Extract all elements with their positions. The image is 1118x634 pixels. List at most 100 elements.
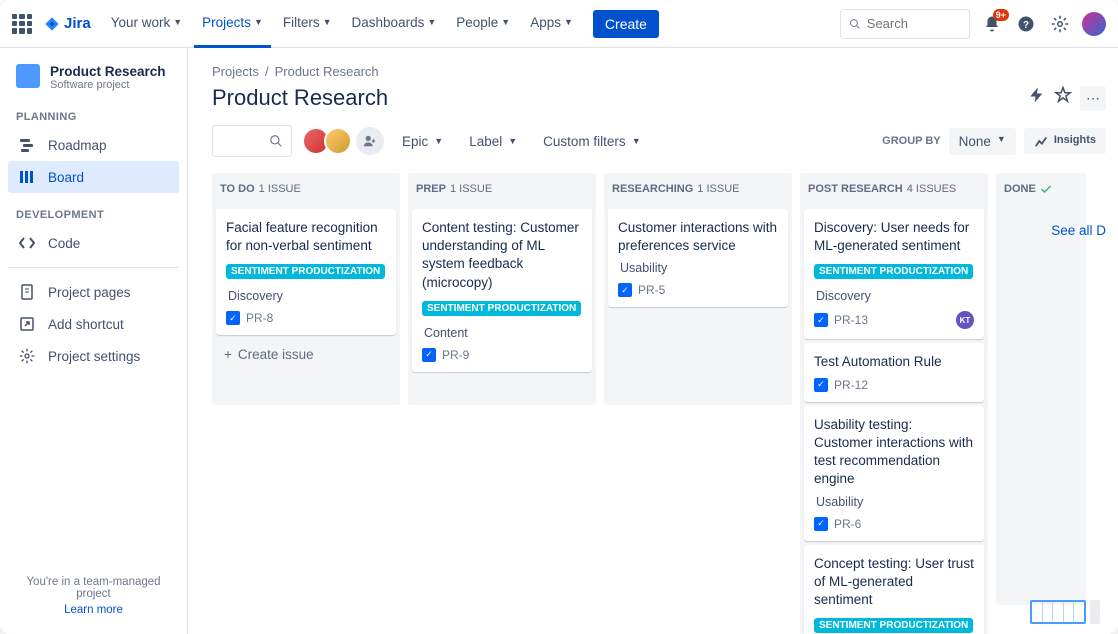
avatar[interactable] — [324, 127, 352, 155]
project-icon — [16, 64, 40, 88]
filter-label[interactable]: Label▼ — [461, 128, 525, 155]
issue-card[interactable]: Test Automation Rule✓PR-12 — [804, 343, 984, 401]
board-search[interactable] — [212, 125, 292, 157]
card-title: Content testing: Customer understanding … — [422, 219, 582, 292]
issue-card[interactable]: Facial feature recognition for non-verba… — [216, 209, 396, 335]
notifications-icon[interactable]: 9+ — [980, 12, 1004, 36]
insights-button[interactable]: Insights — [1024, 128, 1106, 154]
jira-logo[interactable]: Jira — [44, 15, 91, 32]
breadcrumb-root[interactable]: Projects — [212, 64, 259, 79]
board-column: PREP 1 ISSUE Content testing: Customer un… — [408, 173, 596, 634]
create-button[interactable]: Create — [593, 10, 659, 38]
card-title: Customer interactions with preferences s… — [618, 219, 778, 255]
add-people-button[interactable] — [356, 127, 384, 155]
task-type-icon: ✓ — [422, 348, 436, 362]
nav-projects[interactable]: Projects▼ — [194, 0, 271, 48]
settings-icon[interactable] — [1048, 12, 1072, 36]
create-issue-button[interactable]: +Create issue — [216, 339, 396, 370]
search-icon — [849, 17, 861, 31]
shortcut-icon — [18, 315, 36, 333]
profile-avatar[interactable] — [1082, 12, 1106, 36]
nav-filters[interactable]: Filters▼ — [275, 0, 340, 48]
sidebar-item-roadmap[interactable]: Roadmap — [8, 129, 179, 161]
app-switcher-icon[interactable] — [12, 14, 32, 34]
issue-card[interactable]: Customer interactions with preferences s… — [608, 209, 788, 307]
learn-more-link[interactable]: Learn more — [18, 604, 169, 616]
project-header[interactable]: Product Research Software project — [8, 64, 179, 105]
board-icon — [18, 168, 36, 186]
task-type-icon: ✓ — [814, 313, 828, 327]
filter-custom[interactable]: Custom filters▼ — [535, 128, 648, 155]
filter-epic[interactable]: Epic▼ — [394, 128, 451, 155]
svg-text:?: ? — [1023, 19, 1029, 30]
nav-people[interactable]: People▼ — [448, 0, 518, 48]
project-name: Product Research — [50, 64, 166, 79]
chevron-down-icon: ▼ — [434, 136, 443, 146]
sidebar-item-project-settings[interactable]: Project settings — [8, 340, 179, 372]
issue-card[interactable]: Usability testing: Customer interactions… — [804, 406, 984, 541]
search-input[interactable] — [867, 16, 961, 31]
issue-card[interactable]: Concept testing: User trust of ML-genera… — [804, 545, 984, 634]
star-icon[interactable] — [1054, 86, 1072, 111]
automation-icon[interactable] — [1028, 86, 1046, 111]
sidebar-section-planning: PLANNING — [8, 105, 179, 129]
board-minimap[interactable] — [1030, 600, 1100, 624]
nav-dashboards[interactable]: Dashboards▼ — [344, 0, 445, 48]
group-by-select[interactable]: None▼ — [949, 128, 1016, 155]
chevron-down-icon: ▼ — [632, 136, 641, 146]
assignee-avatar[interactable]: KT — [956, 311, 974, 329]
page-title: Product Research — [212, 85, 388, 111]
issue-key: PR-5 — [638, 283, 665, 297]
task-type-icon: ✓ — [814, 378, 828, 392]
breadcrumb: Projects / Product Research — [212, 64, 1106, 79]
board-toolbar: Epic▼ Label▼ Custom filters▼ GROUP BY No… — [212, 125, 1106, 157]
breadcrumb-current[interactable]: Product Research — [275, 64, 379, 79]
nav-your-work[interactable]: Your work▼ — [103, 0, 190, 48]
group-by-label: GROUP BY — [882, 135, 940, 147]
task-type-icon: ✓ — [814, 517, 828, 531]
chevron-down-icon: ▼ — [173, 17, 182, 27]
notification-badge: 9+ — [993, 9, 1009, 21]
chevron-down-icon: ▼ — [508, 136, 517, 146]
card-title: Discovery: User needs for ML-generated s… — [814, 219, 974, 255]
column-header[interactable]: POST RESEARCH 4 ISSUES — [800, 173, 988, 205]
card-label: Usability — [816, 495, 974, 509]
card-title: Usability testing: Customer interactions… — [814, 416, 974, 489]
issue-key: PR-6 — [834, 517, 861, 531]
column-header[interactable]: PREP 1 ISSUE — [408, 173, 596, 205]
sidebar-footer: You're in a team-managed project Learn m… — [8, 566, 179, 626]
epic-tag: SENTIMENT PRODUCTIZATION — [226, 264, 385, 279]
more-icon[interactable]: ⋯ — [1080, 86, 1106, 111]
column-header[interactable]: TO DO 1 ISSUE — [212, 173, 400, 205]
search-icon — [269, 134, 283, 148]
plus-icon: + — [224, 347, 232, 362]
column-header[interactable]: DONE — [996, 173, 1086, 205]
card-title: Facial feature recognition for non-verba… — [226, 219, 386, 255]
see-all-done[interactable]: See all D — [1051, 223, 1106, 238]
card-label: Discovery — [228, 289, 386, 303]
issue-key: PR-13 — [834, 313, 868, 327]
sidebar-item-board[interactable]: Board — [8, 161, 179, 193]
issue-card[interactable]: Content testing: Customer understanding … — [412, 209, 592, 372]
card-label: Content — [424, 326, 582, 340]
code-icon — [18, 234, 36, 252]
issue-card[interactable]: Discovery: User needs for ML-generated s… — [804, 209, 984, 339]
nav-apps[interactable]: Apps▼ — [522, 0, 581, 48]
board-column: POST RESEARCH 4 ISSUES Discovery: User ne… — [800, 173, 988, 634]
issue-key: PR-9 — [442, 348, 469, 362]
sidebar: Product Research Software project PLANNI… — [0, 48, 188, 634]
sidebar-item-project-pages[interactable]: Project pages — [8, 276, 179, 308]
project-type: Software project — [50, 79, 166, 91]
column-header[interactable]: RESEARCHING 1 ISSUE — [604, 173, 792, 205]
board-column: TO DO 1 ISSUE Facial feature recognition … — [212, 173, 400, 634]
task-type-icon: ✓ — [226, 311, 240, 325]
card-label: Usability — [620, 261, 778, 275]
global-search[interactable] — [840, 9, 970, 39]
sidebar-item-add-shortcut[interactable]: Add shortcut — [8, 308, 179, 340]
board-column: RESEARCHING 1 ISSUE Customer interactions… — [604, 173, 792, 634]
sidebar-item-code[interactable]: Code — [8, 227, 179, 259]
main-content: Projects / Product Research Product Rese… — [188, 48, 1118, 634]
help-icon[interactable]: ? — [1014, 12, 1038, 36]
issue-key: PR-8 — [246, 311, 273, 325]
insights-icon — [1034, 134, 1048, 148]
